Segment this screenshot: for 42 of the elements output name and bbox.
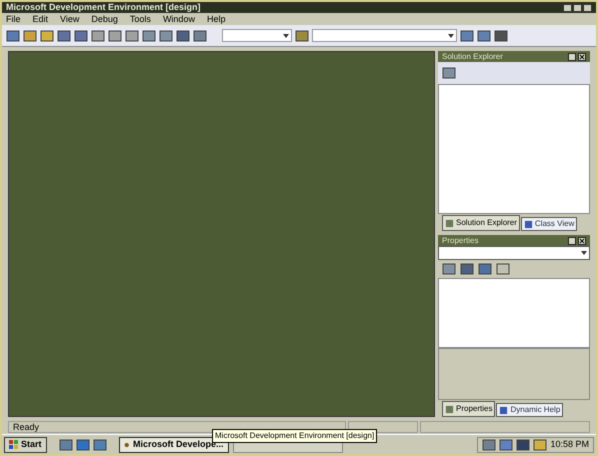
tab-icon xyxy=(445,404,454,414)
toolbar-icon[interactable] xyxy=(125,30,139,42)
toolbar-icon[interactable] xyxy=(477,30,491,42)
tray-icon xyxy=(499,438,514,450)
toolbar-icon[interactable] xyxy=(142,30,156,42)
object-dropdown[interactable] xyxy=(438,246,590,260)
toolbar-icon[interactable] xyxy=(108,30,122,42)
windows-logo-icon xyxy=(9,440,19,450)
panel-tab[interactable]: Class View xyxy=(520,217,578,231)
toolbar-icon[interactable] xyxy=(74,30,88,42)
tray-icon xyxy=(482,438,496,450)
window-title: Microsoft Development Environment [design] xyxy=(6,3,201,12)
panel-tab[interactable]: Solution Explorer xyxy=(442,215,520,231)
toolbar-icon[interactable] xyxy=(6,30,20,42)
toolbar-icon[interactable] xyxy=(57,30,71,42)
menu-item[interactable]: File xyxy=(6,14,21,24)
start-button[interactable]: Start xyxy=(4,436,47,452)
menu-item[interactable]: Edit xyxy=(32,14,48,24)
menu-item[interactable]: View xyxy=(60,14,80,24)
tooltip: Microsoft Development Environment [design] xyxy=(212,429,378,443)
toolbar-icon[interactable] xyxy=(91,30,105,42)
caret-icon xyxy=(283,34,289,38)
tab-icon xyxy=(445,218,454,228)
menu-item[interactable]: Debug xyxy=(91,14,118,24)
tab-icon xyxy=(524,220,533,228)
toolbar-icon[interactable] xyxy=(40,30,54,42)
panel-tab[interactable]: Dynamic Help xyxy=(496,403,564,417)
menu-item[interactable]: Tools xyxy=(130,14,151,24)
menu-item[interactable]: Help xyxy=(206,14,226,24)
toolbar-icon[interactable] xyxy=(193,30,207,42)
caret-icon xyxy=(448,34,454,38)
tab-icon xyxy=(499,406,508,414)
toolbar-icon[interactable] xyxy=(176,30,190,42)
clock: 10:58 PM xyxy=(550,440,589,449)
panel-title: Properties xyxy=(442,236,478,244)
toolbar-icon[interactable] xyxy=(159,30,173,42)
caret-icon xyxy=(581,251,587,255)
toolbar-icon[interactable] xyxy=(23,30,37,42)
panel-tab[interactable]: Properties xyxy=(442,401,496,417)
panel-title: Solution Explorer xyxy=(442,52,503,60)
toolbar-icon[interactable] xyxy=(460,30,474,42)
menu-item[interactable]: Window xyxy=(162,14,195,24)
